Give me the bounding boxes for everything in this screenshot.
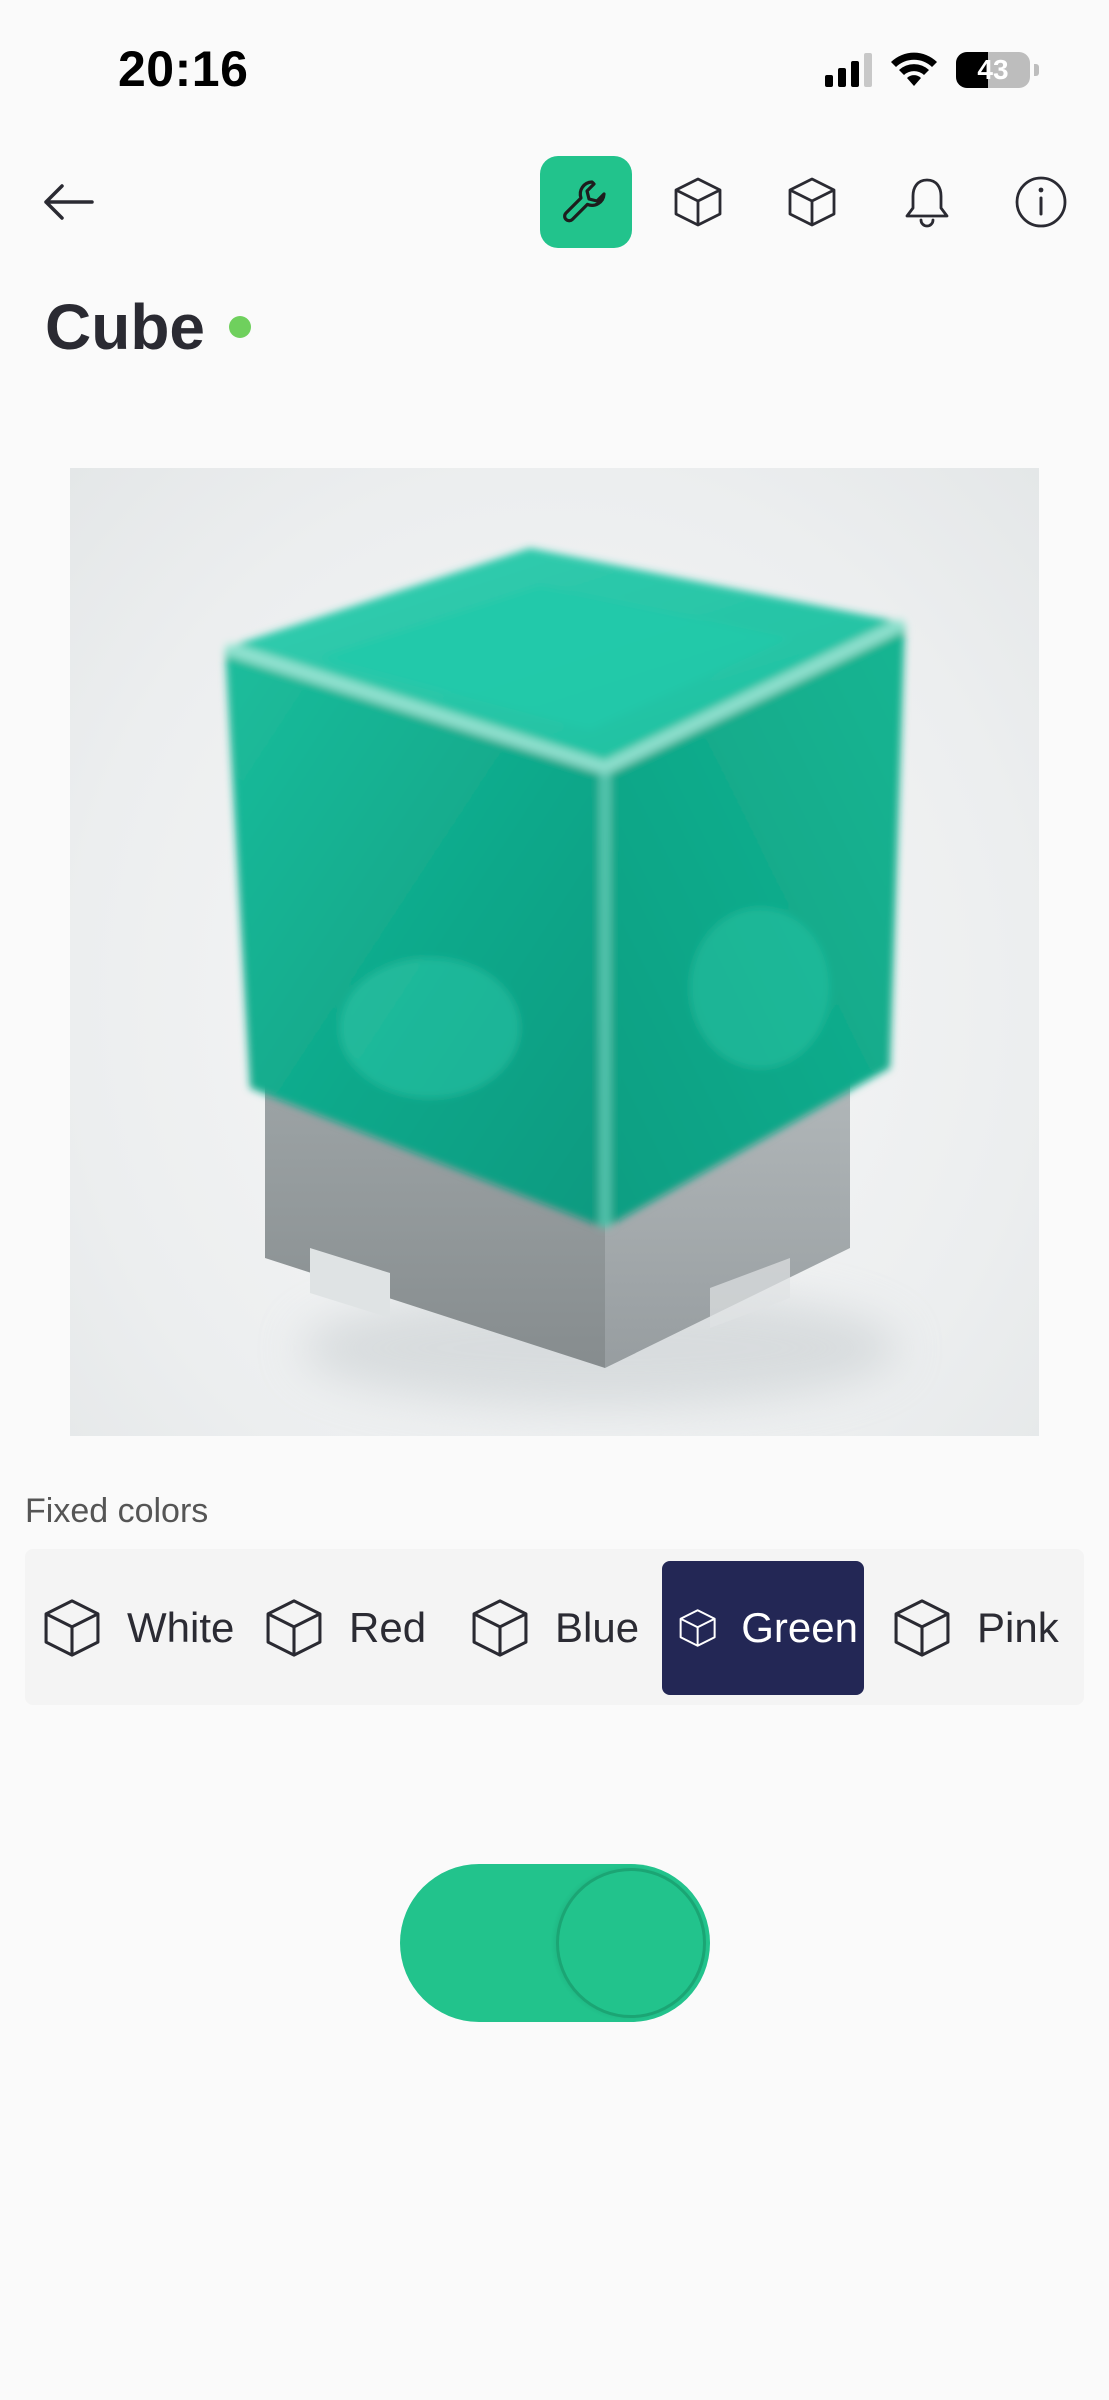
color-option-red[interactable]: Red bbox=[247, 1561, 443, 1695]
wifi-icon bbox=[891, 52, 937, 86]
status-time: 20:16 bbox=[118, 41, 249, 97]
power-toggle[interactable] bbox=[400, 1864, 710, 2022]
color-option-pink[interactable]: Pink bbox=[875, 1561, 1075, 1695]
color-option-label: Red bbox=[349, 1604, 427, 1651]
cube-icon bbox=[894, 1599, 950, 1657]
wrench-icon bbox=[563, 180, 606, 223]
toggle-knob bbox=[556, 1868, 706, 2018]
cube-icon bbox=[788, 177, 836, 227]
bell-icon bbox=[905, 178, 949, 228]
color-option-label: White bbox=[127, 1604, 235, 1651]
fixed-colors-label: Fixed colors bbox=[25, 1492, 209, 1530]
settings-tab-button[interactable] bbox=[540, 156, 632, 248]
color-option-white[interactable]: White bbox=[25, 1561, 243, 1695]
cube-icon bbox=[266, 1599, 322, 1657]
page-title: Cube bbox=[45, 291, 205, 363]
battery-nub bbox=[1034, 64, 1039, 76]
page-title-row: Cube bbox=[45, 290, 251, 364]
info-button[interactable] bbox=[995, 156, 1087, 248]
cube-icon bbox=[44, 1599, 100, 1657]
back-button[interactable] bbox=[36, 170, 100, 234]
notifications-button[interactable] bbox=[881, 156, 973, 248]
arrow-left-icon bbox=[44, 184, 94, 220]
color-option-label: Pink bbox=[977, 1604, 1059, 1651]
top-nav bbox=[0, 150, 1109, 254]
battery-percent: 43 bbox=[977, 54, 1009, 85]
cube-tab-button-2[interactable] bbox=[766, 156, 858, 248]
color-option-green[interactable]: Green bbox=[662, 1561, 864, 1695]
cube-tab-button-1[interactable] bbox=[652, 156, 744, 248]
cube-icon bbox=[472, 1599, 528, 1657]
info-icon bbox=[1015, 176, 1067, 228]
battery-icon: 43 bbox=[956, 52, 1030, 88]
color-option-label: Blue bbox=[555, 1604, 640, 1651]
online-status-dot bbox=[229, 316, 251, 338]
cube-icon bbox=[674, 177, 722, 227]
color-option-blue[interactable]: Blue bbox=[453, 1561, 659, 1695]
cellular-signal-icon bbox=[825, 53, 872, 87]
cube-lamp-illustration bbox=[222, 548, 909, 1408]
cube-icon bbox=[679, 1609, 716, 1647]
device-image bbox=[70, 468, 1039, 1436]
status-icons: 43 bbox=[825, 52, 1039, 88]
status-bar: 20:16 43 bbox=[0, 0, 1109, 140]
fixed-colors-strip: White Red Blue Green Pink bbox=[25, 1549, 1084, 1705]
color-option-label: Green bbox=[741, 1604, 858, 1651]
